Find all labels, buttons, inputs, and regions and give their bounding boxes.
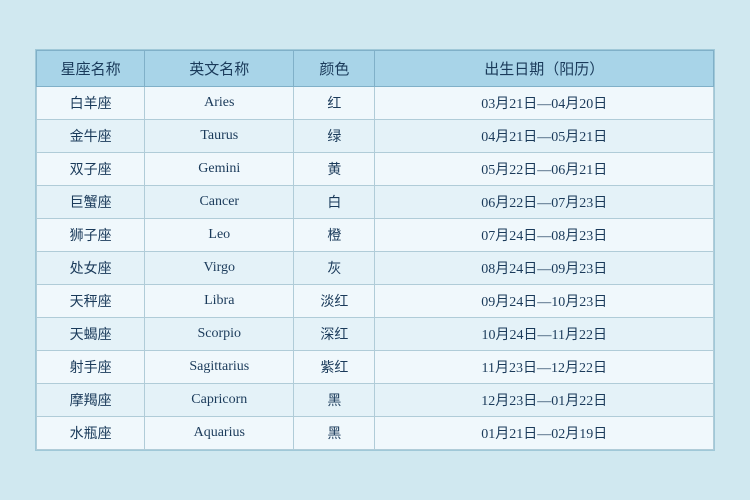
cell-color: 灰 bbox=[294, 252, 375, 285]
cell-date: 06月22日—07月23日 bbox=[375, 186, 714, 219]
cell-color: 黑 bbox=[294, 417, 375, 450]
cell-date: 04月21日—05月21日 bbox=[375, 120, 714, 153]
cell-chinese: 摩羯座 bbox=[37, 384, 145, 417]
table-row: 摩羯座Capricorn黑12月23日—01月22日 bbox=[37, 384, 714, 417]
cell-chinese: 天蝎座 bbox=[37, 318, 145, 351]
table-header-row: 星座名称 英文名称 颜色 出生日期（阳历） bbox=[37, 51, 714, 87]
table-row: 天蝎座Scorpio深红10月24日—11月22日 bbox=[37, 318, 714, 351]
cell-chinese: 巨蟹座 bbox=[37, 186, 145, 219]
table-row: 水瓶座Aquarius黑01月21日—02月19日 bbox=[37, 417, 714, 450]
header-date: 出生日期（阳历） bbox=[375, 51, 714, 87]
cell-color: 橙 bbox=[294, 219, 375, 252]
zodiac-table: 星座名称 英文名称 颜色 出生日期（阳历） 白羊座Aries红03月21日—04… bbox=[36, 50, 714, 450]
table-row: 狮子座Leo橙07月24日—08月23日 bbox=[37, 219, 714, 252]
cell-date: 11月23日—12月22日 bbox=[375, 351, 714, 384]
table-row: 射手座Sagittarius紫红11月23日—12月22日 bbox=[37, 351, 714, 384]
table-row: 双子座Gemini黄05月22日—06月21日 bbox=[37, 153, 714, 186]
cell-date: 05月22日—06月21日 bbox=[375, 153, 714, 186]
cell-color: 黑 bbox=[294, 384, 375, 417]
cell-color: 深红 bbox=[294, 318, 375, 351]
cell-english: Cancer bbox=[145, 186, 294, 219]
header-color: 颜色 bbox=[294, 51, 375, 87]
cell-date: 03月21日—04月20日 bbox=[375, 87, 714, 120]
cell-color: 黄 bbox=[294, 153, 375, 186]
cell-chinese: 射手座 bbox=[37, 351, 145, 384]
cell-date: 09月24日—10月23日 bbox=[375, 285, 714, 318]
cell-chinese: 白羊座 bbox=[37, 87, 145, 120]
cell-english: Gemini bbox=[145, 153, 294, 186]
cell-english: Capricorn bbox=[145, 384, 294, 417]
cell-color: 紫红 bbox=[294, 351, 375, 384]
cell-color: 白 bbox=[294, 186, 375, 219]
cell-date: 08月24日—09月23日 bbox=[375, 252, 714, 285]
cell-chinese: 双子座 bbox=[37, 153, 145, 186]
cell-color: 红 bbox=[294, 87, 375, 120]
cell-chinese: 狮子座 bbox=[37, 219, 145, 252]
cell-chinese: 水瓶座 bbox=[37, 417, 145, 450]
cell-english: Libra bbox=[145, 285, 294, 318]
cell-english: Aries bbox=[145, 87, 294, 120]
cell-chinese: 金牛座 bbox=[37, 120, 145, 153]
cell-english: Aquarius bbox=[145, 417, 294, 450]
table-row: 巨蟹座Cancer白06月22日—07月23日 bbox=[37, 186, 714, 219]
table-row: 处女座Virgo灰08月24日—09月23日 bbox=[37, 252, 714, 285]
zodiac-table-container: 星座名称 英文名称 颜色 出生日期（阳历） 白羊座Aries红03月21日—04… bbox=[35, 49, 715, 451]
cell-english: Virgo bbox=[145, 252, 294, 285]
table-row: 金牛座Taurus绿04月21日—05月21日 bbox=[37, 120, 714, 153]
cell-english: Scorpio bbox=[145, 318, 294, 351]
cell-date: 10月24日—11月22日 bbox=[375, 318, 714, 351]
cell-date: 01月21日—02月19日 bbox=[375, 417, 714, 450]
cell-english: Taurus bbox=[145, 120, 294, 153]
cell-chinese: 天秤座 bbox=[37, 285, 145, 318]
cell-color: 淡红 bbox=[294, 285, 375, 318]
cell-chinese: 处女座 bbox=[37, 252, 145, 285]
header-english: 英文名称 bbox=[145, 51, 294, 87]
cell-english: Leo bbox=[145, 219, 294, 252]
table-row: 白羊座Aries红03月21日—04月20日 bbox=[37, 87, 714, 120]
cell-english: Sagittarius bbox=[145, 351, 294, 384]
header-chinese: 星座名称 bbox=[37, 51, 145, 87]
table-row: 天秤座Libra淡红09月24日—10月23日 bbox=[37, 285, 714, 318]
cell-color: 绿 bbox=[294, 120, 375, 153]
cell-date: 07月24日—08月23日 bbox=[375, 219, 714, 252]
cell-date: 12月23日—01月22日 bbox=[375, 384, 714, 417]
